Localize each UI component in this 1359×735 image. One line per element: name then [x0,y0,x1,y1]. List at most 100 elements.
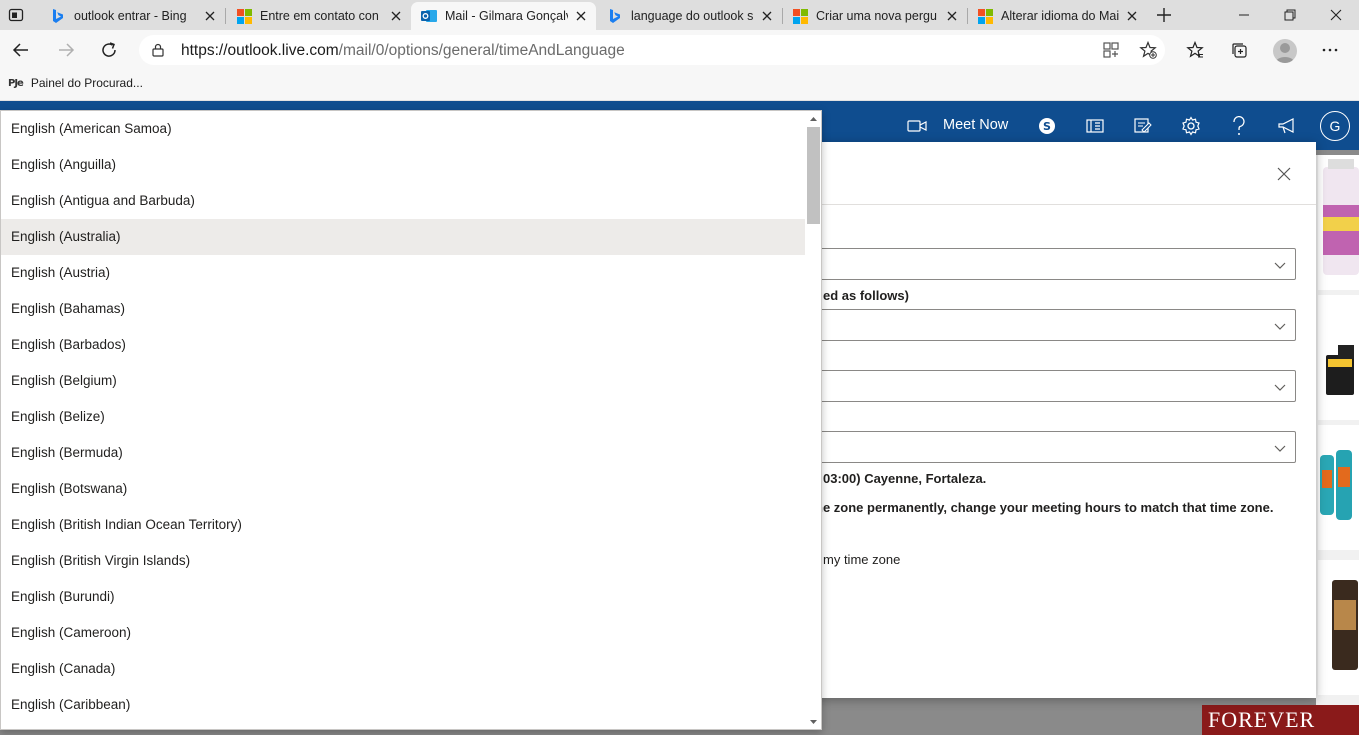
language-option[interactable]: English (Caribbean) [1,687,805,723]
tab-actions-icon[interactable] [8,7,24,23]
language-option[interactable]: English (Canada) [1,651,805,687]
meet-now-button[interactable]: Meet Now [943,117,1008,133]
browser-tab-strip: outlook entrar - Bing Entre em contato co… [0,0,1359,30]
tab-close-icon[interactable] [943,7,961,25]
language-option[interactable]: English (Burundi) [1,579,805,615]
tab-title: Criar uma nova pergu [816,9,937,23]
account-avatar[interactable]: G [1320,111,1350,141]
microsoft-icon [977,8,993,24]
update-meeting-hours-checkbox-label[interactable]: my time zone [823,552,900,567]
microsoft-icon [792,8,808,24]
time-zone-select[interactable] [815,431,1296,463]
help-icon[interactable] [1229,116,1249,136]
add-favorite-icon[interactable] [1139,41,1157,59]
skype-icon[interactable]: S [1037,116,1057,136]
language-option[interactable]: English (Belgium) [1,363,805,399]
browser-profile-avatar[interactable] [1273,39,1297,63]
url-text: https://outlook.live.com/mail/0/options/… [181,42,625,59]
time-format-select[interactable] [815,370,1296,402]
tab-title: Entre em contato con [260,9,379,23]
tab-title: Alterar idioma do Mai [1001,9,1119,23]
chevron-down-icon [1274,384,1286,391]
dropdown-scrollbar[interactable] [805,111,821,729]
forward-button[interactable] [52,36,80,64]
time-zone-note: ne zone permanently, change your meeting… [815,500,1274,515]
language-select[interactable] [815,248,1296,280]
address-bar[interactable]: https://outlook.live.com/mail/0/options/… [139,35,1165,65]
browser-tab[interactable]: outlook entrar - Bing [40,2,225,30]
current-time-zone-text: 03:00) Cayenne, Fortaleza. [823,471,987,486]
more-options-icon[interactable] [1321,41,1339,59]
tab-close-icon[interactable] [387,7,405,25]
scrollbar-thumb[interactable] [807,127,820,224]
language-option[interactable]: English (Bermuda) [1,435,805,471]
scroll-down-icon[interactable] [809,717,818,726]
language-option[interactable]: English (Anguilla) [1,147,805,183]
ad-product-image[interactable] [1318,295,1359,420]
browser-toolbar: https://outlook.live.com/mail/0/options/… [0,30,1359,70]
language-option[interactable]: English (Cameroon) [1,615,805,651]
collections-icon[interactable] [1230,41,1248,59]
ad-product-image[interactable] [1318,425,1359,550]
outlook-icon [421,8,437,24]
lock-icon[interactable] [151,43,165,57]
scroll-up-icon[interactable] [809,115,818,124]
language-option[interactable]: English (Australia) [1,219,805,255]
tab-title: Mail - Gilmara Gonçalv [445,9,568,23]
whats-new-icon[interactable] [1277,116,1297,136]
svg-text:S: S [1043,120,1051,133]
language-option[interactable]: English (Botswana) [1,471,805,507]
settings-dialog: ed as follows) 03:00) Cayenne, Fortaleza… [815,142,1316,698]
language-option[interactable]: English (American Samoa) [1,111,805,147]
dialog-divider [815,204,1316,205]
date-format-select[interactable] [815,309,1296,341]
tab-title: outlook entrar - Bing [74,9,187,23]
back-arrow-icon [12,43,28,57]
ad-product-image[interactable] [1318,155,1359,290]
language-option[interactable]: English (Bahamas) [1,291,805,327]
favorite-item-label: Painel do Procurad... [30,76,143,90]
refresh-button[interactable] [95,36,123,64]
language-option[interactable]: English (Barbados) [1,327,805,363]
date-format-label: ed as follows) [823,288,909,303]
dialog-close-icon[interactable] [1276,166,1292,182]
chevron-down-icon [1274,262,1286,269]
refresh-icon [102,42,116,57]
browser-tab[interactable]: Criar uma nova pergu [782,2,967,30]
language-option[interactable]: English (British Virgin Islands) [1,543,805,579]
back-button[interactable] [7,36,35,64]
minimize-button[interactable] [1221,0,1267,30]
chevron-down-icon [1274,323,1286,330]
pje-logo: PJe [8,77,24,89]
ad-banner[interactable]: FOREVER [1202,705,1359,735]
office-apps-icon[interactable] [1085,116,1105,136]
ad-product-image[interactable] [1318,560,1359,695]
app-available-icon[interactable] [1102,41,1120,59]
ad-column [1316,155,1359,735]
my-day-icon[interactable] [1133,116,1153,136]
favorite-item-painel[interactable]: PJe Painel do Procurad... [8,76,143,90]
new-tab-icon[interactable] [1154,5,1174,25]
browser-tab[interactable]: language do outlook s [597,2,782,30]
tab-close-icon[interactable] [758,7,776,25]
language-option[interactable]: English (Belize) [1,399,805,435]
restore-button[interactable] [1267,0,1313,30]
tab-close-icon[interactable] [572,7,590,25]
browser-tab[interactable]: Mail - Gilmara Gonçalv [411,2,596,30]
tab-close-icon[interactable] [201,7,219,25]
language-option[interactable]: English (Austria) [1,255,805,291]
favorites-icon[interactable] [1186,41,1204,59]
language-option[interactable]: English (Antigua and Barbuda) [1,183,805,219]
settings-gear-icon[interactable] [1181,116,1201,136]
close-window-button[interactable] [1313,0,1359,30]
browser-tab[interactable]: Entre em contato con [226,2,411,30]
chevron-down-icon [1274,445,1286,452]
language-dropdown-list: English (American Samoa) English (Anguill… [0,110,822,730]
tab-close-icon[interactable] [1123,7,1141,25]
browser-tab[interactable]: Alterar idioma do Mai [967,2,1147,30]
forward-arrow-icon [59,43,75,57]
tab-title: language do outlook s [631,9,754,23]
favorites-bar: PJe Painel do Procurad... [0,70,1359,101]
meet-now-icon[interactable] [907,116,927,136]
language-option[interactable]: English (British Indian Ocean Territory) [1,507,805,543]
